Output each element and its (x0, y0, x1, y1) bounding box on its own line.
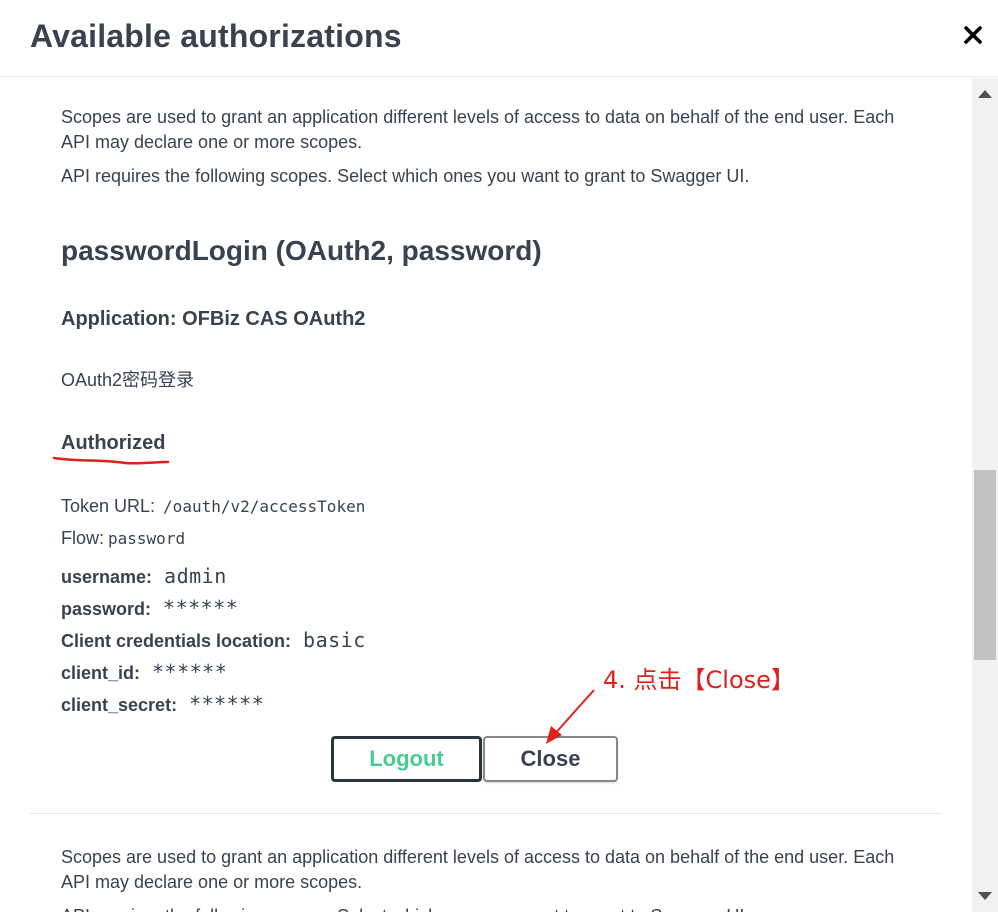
field-label: client_secret: (61, 695, 178, 715)
auth-scheme-title: passwordLogin (OAuth2, password) (61, 235, 542, 266)
scopes-required-text-2: API requires the following scopes. Selec… (61, 904, 911, 912)
flow-value: password (108, 529, 186, 548)
modal-close-button[interactable] (958, 20, 988, 50)
modal-header: Available authorizations (0, 0, 998, 77)
scroll-down-arrow-icon[interactable] (978, 892, 992, 900)
field-row-client-id: client_id: ****** (61, 660, 227, 684)
field-label: password: (61, 599, 152, 619)
close-button[interactable]: Close (483, 736, 618, 782)
field-value: basic (303, 628, 366, 652)
scrollbar-thumb[interactable] (974, 470, 996, 660)
scopes-required-text: API requires the following scopes. Selec… (61, 166, 750, 186)
authorized-status: Authorized (61, 432, 166, 454)
field-row-username: username: admin (61, 564, 227, 588)
annotation-text: 4. 点击【Close】 (603, 666, 795, 694)
application-name: Application: OFBiz CAS OAuth2 (61, 308, 366, 330)
field-row-client-secret: client_secret: ****** (61, 692, 264, 716)
modal-body: Scopes are used to grant an application … (0, 78, 972, 912)
token-url-row: Token URL: /oauth/v2/accessToken (61, 496, 365, 517)
vertical-scrollbar[interactable] (972, 78, 998, 912)
field-row-client-credentials-location: Client credentials location: basic (61, 628, 366, 652)
field-value: ****** (189, 692, 265, 716)
token-url-label: Token URL: (61, 496, 156, 516)
field-label: username: (61, 567, 153, 587)
flow-label: Flow: (61, 528, 105, 548)
field-label: Client credentials location: (61, 631, 292, 651)
scopes-description: Scopes are used to grant an application … (61, 107, 895, 152)
scopes-description-2: Scopes are used to grant an application … (61, 847, 895, 892)
field-value: ****** (163, 596, 239, 620)
logout-button[interactable]: Logout (331, 736, 482, 782)
field-row-password: password: ****** (61, 596, 238, 620)
field-value: ****** (152, 660, 228, 684)
close-icon (964, 26, 982, 44)
section-divider (30, 813, 941, 814)
field-value: admin (164, 564, 227, 588)
token-url-value: /oauth/v2/accessToken (163, 497, 366, 516)
flow-row: Flow: password (61, 528, 185, 549)
field-label: client_id: (61, 663, 141, 683)
scheme-description: OAuth2密码登录 (61, 370, 195, 390)
modal-title: Available authorizations (30, 18, 402, 54)
scroll-up-arrow-icon[interactable] (978, 90, 992, 98)
